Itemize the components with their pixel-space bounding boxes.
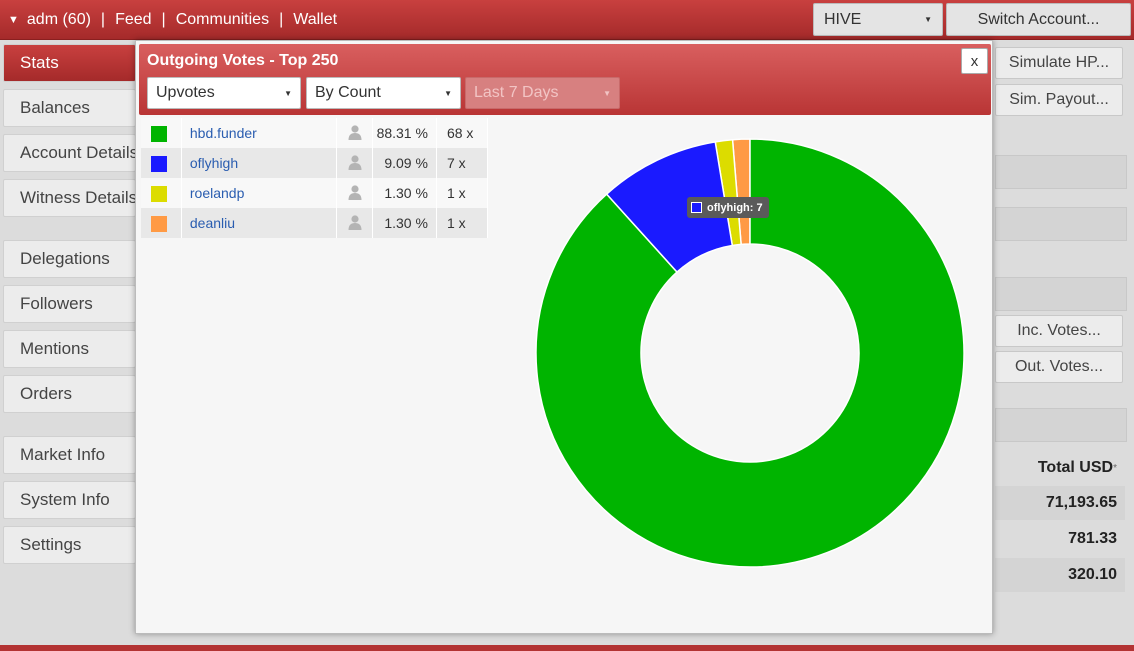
caret-down-icon[interactable]: ▼ <box>8 14 19 26</box>
sidebar-item-system-info[interactable]: System Info <box>3 481 136 519</box>
dropdown-arrow-icon: ▼ <box>924 15 932 24</box>
nav-separator: | <box>100 11 106 28</box>
bottom-strip <box>0 645 1134 651</box>
sidebar-item-delegations[interactable]: Delegations <box>3 240 136 278</box>
total-usd-value: 71,193.65 <box>995 486 1125 520</box>
nav-communities[interactable]: Communities <box>176 11 269 29</box>
stats-row <box>995 155 1127 189</box>
inc-votes-button[interactable]: Inc. Votes... <box>995 315 1123 347</box>
sidebar-item-settings[interactable]: Settings <box>3 526 136 564</box>
votes-donut-chart <box>535 138 965 568</box>
sidebar-item-stats[interactable]: Stats <box>3 44 136 82</box>
sidebar-item-followers[interactable]: Followers <box>3 285 136 323</box>
total-usd-value: 320.10 <box>995 558 1125 592</box>
nav-separator: | <box>161 11 166 28</box>
account-menu[interactable]: adm (60) <box>27 11 91 29</box>
top-bar: ▼ adm (60) | Feed | Communities | Wallet… <box>0 0 1134 40</box>
total-usd-value: 781.33 <box>1068 530 1117 547</box>
out-votes-button[interactable]: Out. Votes... <box>995 351 1123 383</box>
stats-row <box>995 408 1127 442</box>
top-nav: ▼ adm (60) | Feed | Communities | Wallet <box>8 10 337 30</box>
sidebar-item-balances[interactable]: Balances <box>3 89 136 127</box>
sidebar-item-witness-details[interactable]: Witness Details <box>3 179 136 217</box>
currency-select-value: HIVE <box>824 10 862 28</box>
sim-payout-button[interactable]: Sim. Payout... <box>995 84 1123 116</box>
tooltip-swatch <box>691 202 702 213</box>
sidebar-item-market-info[interactable]: Market Info <box>3 436 136 474</box>
nav-feed[interactable]: Feed <box>115 11 151 29</box>
sidebar-item-orders[interactable]: Orders <box>3 375 136 413</box>
sidebar-item-mentions[interactable]: Mentions <box>3 330 136 368</box>
total-usd-footnote-mark: * <box>1113 462 1117 474</box>
stats-row <box>995 277 1127 311</box>
chart-tooltip: oflyhigh: 7 <box>687 197 769 218</box>
sidebar-item-account-details[interactable]: Account Details <box>3 134 136 172</box>
tooltip-text: oflyhigh: 7 <box>707 201 763 214</box>
nav-wallet[interactable]: Wallet <box>293 11 337 29</box>
outgoing-votes-dialog: Outgoing Votes - Top 250 x Upvotes ▼ By … <box>135 40 993 634</box>
currency-select[interactable]: HIVE ▼ <box>813 3 943 36</box>
stats-row <box>995 207 1127 241</box>
nav-separator: | <box>279 11 284 28</box>
switch-account-button[interactable]: Switch Account... <box>946 3 1131 36</box>
total-usd-header: Total USD * <box>995 453 1125 483</box>
simulate-hp-button[interactable]: Simulate HP... <box>995 47 1123 79</box>
total-usd-label: Total USD <box>1037 459 1114 476</box>
